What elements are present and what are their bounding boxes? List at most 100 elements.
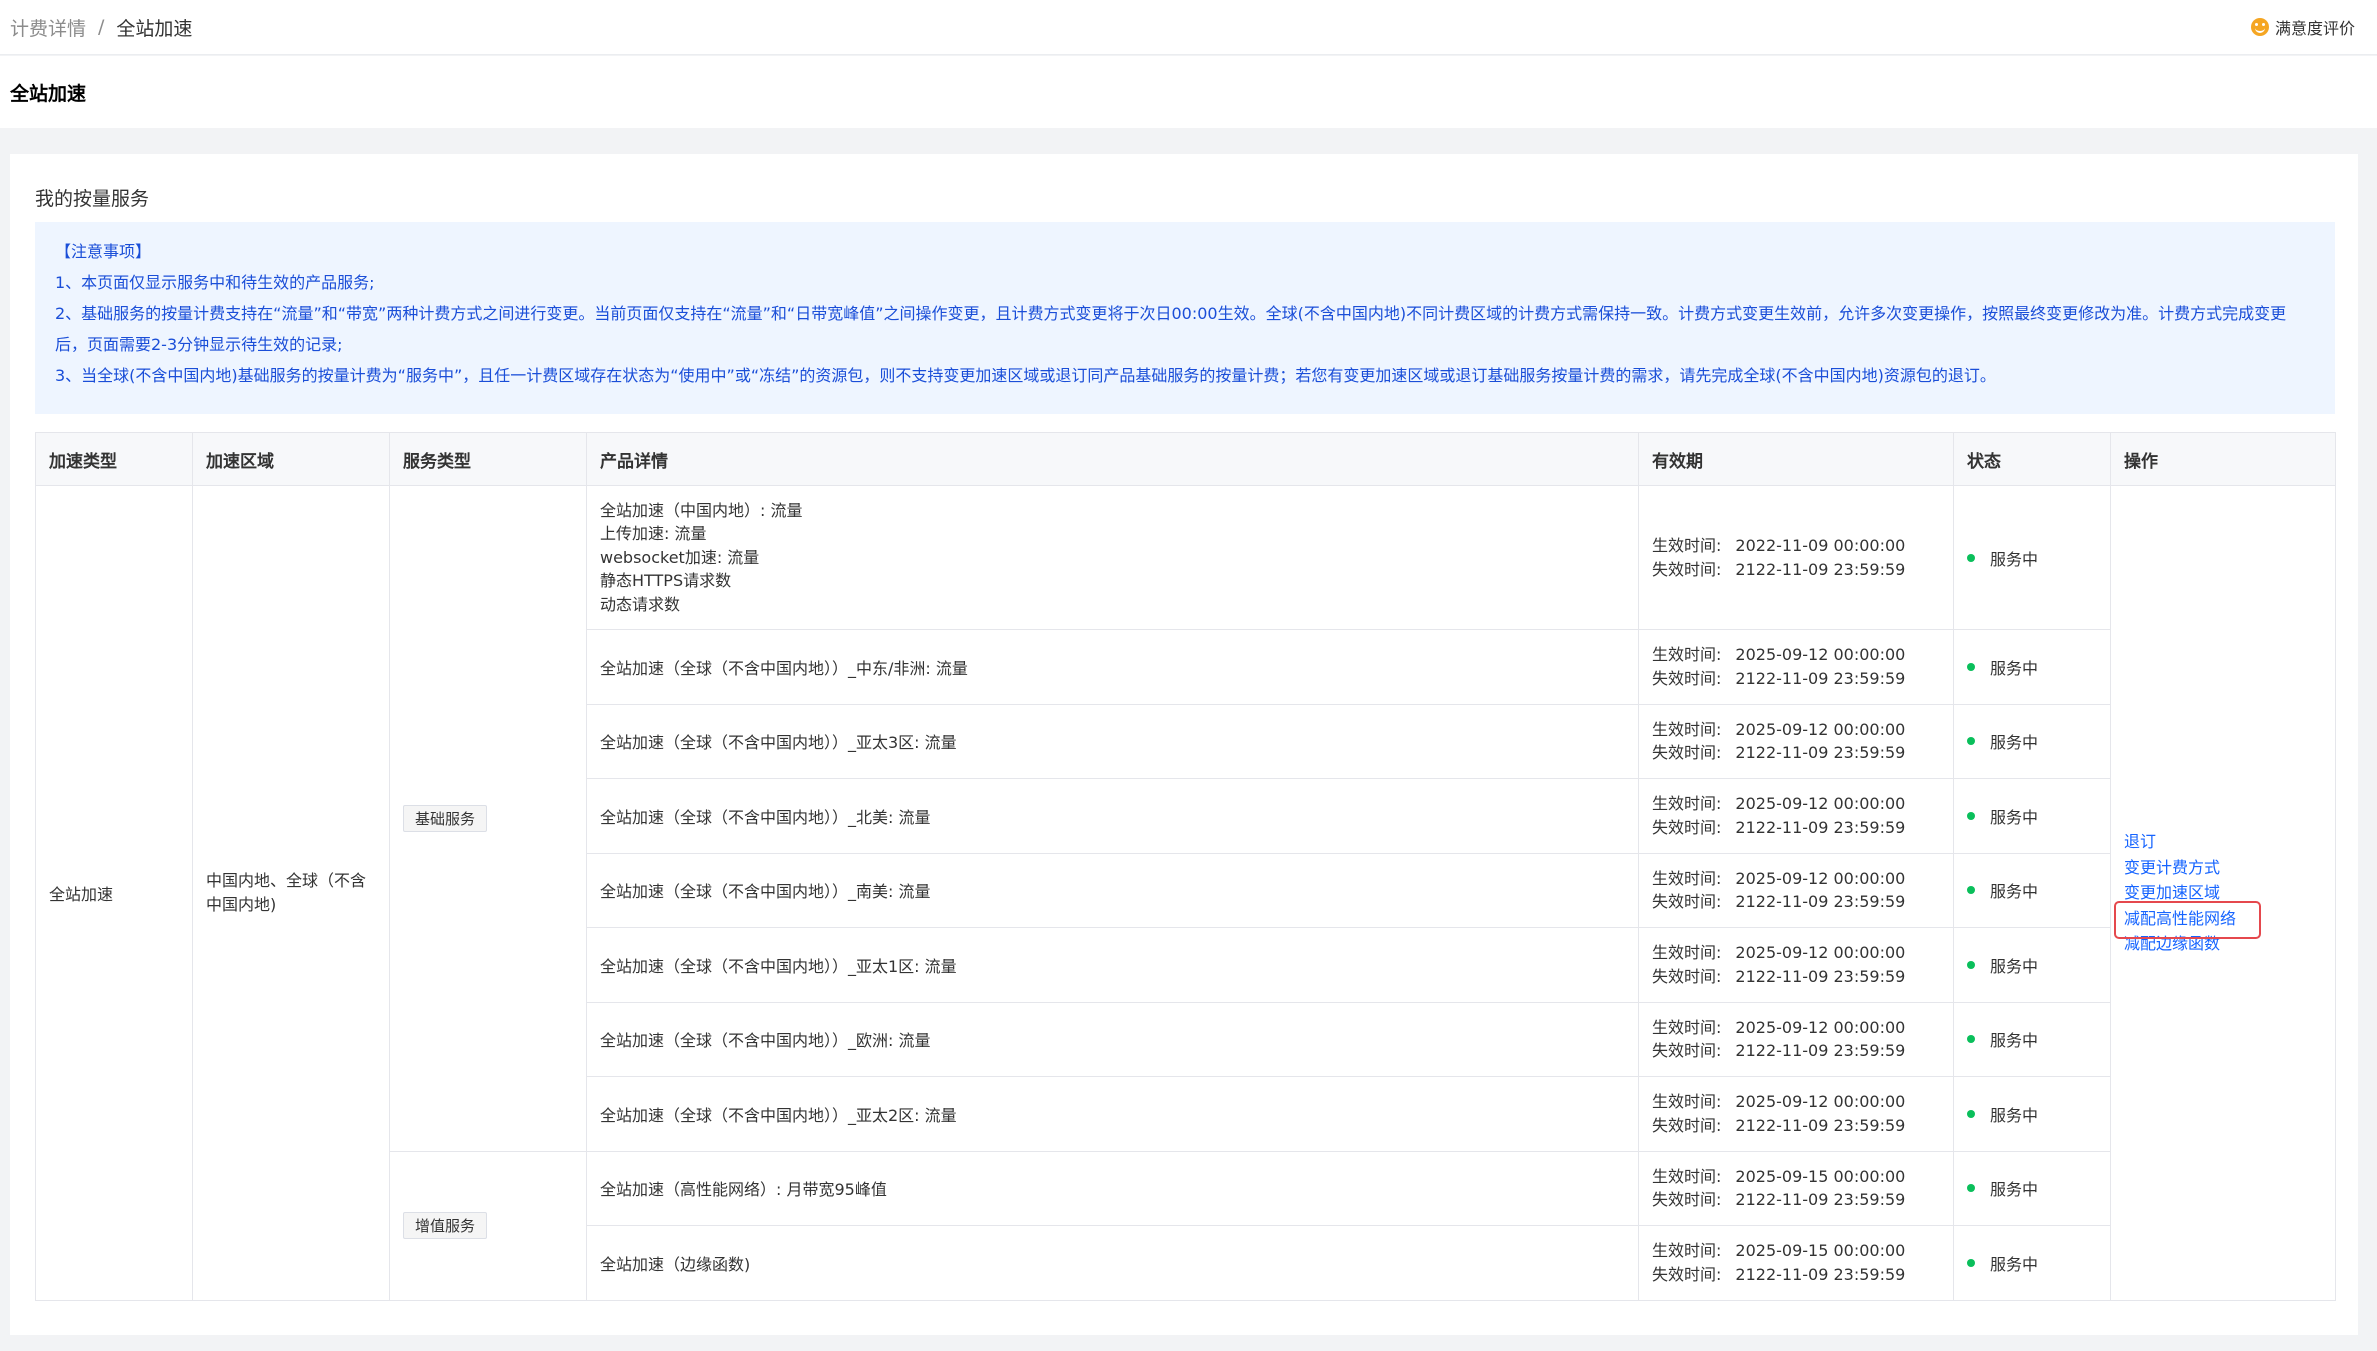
product-detail-cell: 全站加速（全球（不含中国内地））_欧洲: 流量 — [586, 1001, 1639, 1077]
start-time-value: 2025-09-12 00:00:00 — [1735, 1092, 1906, 1112]
column-header-status: 状态 — [1953, 432, 2111, 486]
status-cell: 服务中 — [1953, 1150, 2111, 1226]
end-time-value: 2122-11-09 23:59:59 — [1735, 817, 1906, 837]
table-header-row: 加速类型 加速区域 服务类型 产品详情 有效期 状态 操作 — [35, 432, 2336, 486]
start-time-value: 2022-11-09 00:00:00 — [1735, 536, 1906, 555]
service-type-tag-value-added: 增值服务 — [403, 1212, 488, 1239]
product-detail-line: 全站加速（中国内地）: 流量 — [600, 500, 803, 520]
breadcrumb-billing-details[interactable]: 计费详情 — [10, 14, 86, 41]
end-time-value: 2122-11-09 23:59:59 — [1735, 1264, 1906, 1284]
start-time-value: 2025-09-12 00:00:00 — [1735, 943, 1906, 963]
product-detail-line: 动态请求数 — [600, 594, 681, 614]
end-time-label: 失效时间: — [1652, 1190, 1722, 1210]
breadcrumb-separator: / — [98, 16, 105, 38]
status-text: 服务中 — [1990, 733, 2039, 753]
unsubscribe-link[interactable]: 退订 — [2124, 829, 2335, 855]
service-type-tag-basic: 基础服务 — [403, 804, 488, 832]
start-time-label: 生效时间: — [1652, 1017, 1722, 1037]
end-time-value: 2122-11-09 23:59:59 — [1735, 743, 1906, 763]
validity-cell: 生效时间: 2025-09-12 00:00:00 失效时间: 2122-11-09… — [1638, 778, 1954, 854]
validity-cell: 生效时间: 2025-09-12 00:00:00 失效时间: 2122-11-09… — [1638, 927, 1954, 1003]
validity-cell: 生效时间: 2025-09-15 00:00:00 失效时间: 2122-11-09… — [1638, 1225, 1954, 1301]
start-time-label: 生效时间: — [1652, 794, 1722, 814]
status-dot-icon — [1967, 662, 1975, 671]
end-time-label: 失效时间: — [1652, 892, 1722, 912]
actions-cell: 退订 变更计费方式 变更加速区域 减配高性能网络 减配边缘函数 — [2110, 485, 2336, 1301]
status-cell: 服务中 — [1953, 778, 2111, 854]
validity-cell: 生效时间: 2025-09-15 00:00:00 失效时间: 2122-11-09… — [1638, 1150, 1954, 1226]
start-time-label: 生效时间: — [1652, 1241, 1722, 1261]
status-dot-icon — [1967, 1184, 1975, 1193]
validity-cell: 生效时间: 2025-09-12 00:00:00 失效时间: 2122-11-09… — [1638, 629, 1954, 705]
change-billing-method-link[interactable]: 变更计费方式 — [2124, 855, 2335, 881]
status-cell: 服务中 — [1953, 1225, 2111, 1301]
start-time-value: 2025-09-12 00:00:00 — [1735, 1017, 1906, 1037]
end-time-value: 2122-11-09 23:59:59 — [1735, 668, 1906, 688]
service-table: 加速类型 加速区域 服务类型 产品详情 有效期 状态 操作 全站加速 中国内地、… — [35, 432, 2336, 1301]
status-dot-icon — [1967, 737, 1975, 746]
status-text: 服务中 — [1990, 882, 2039, 902]
product-detail-cell: 全站加速（全球（不含中国内地））_亚太2区: 流量 — [586, 1076, 1639, 1152]
product-detail-cell: 全站加速（全球（不含中国内地））_南美: 流量 — [586, 852, 1639, 928]
status-dot-icon — [1967, 1258, 1975, 1267]
start-time-label: 生效时间: — [1652, 1092, 1722, 1112]
end-time-label: 失效时间: — [1652, 966, 1722, 986]
service-type-cell: 基础服务 — [389, 485, 587, 1152]
accel-region-text: 中国内地、全球（不含中国内地) — [206, 870, 367, 914]
status-dot-icon — [1967, 1035, 1975, 1044]
end-time-label: 失效时间: — [1652, 743, 1722, 763]
product-detail-cell: 全站加速（全球（不含中国内地））_中东/非洲: 流量 — [586, 629, 1639, 705]
end-time-label: 失效时间: — [1652, 668, 1722, 688]
status-dot-icon — [1967, 553, 1975, 562]
status-cell: 服务中 — [1953, 629, 2111, 705]
column-header-product-details: 产品详情 — [586, 432, 1639, 486]
status-text: 服务中 — [1990, 956, 2039, 976]
status-text: 服务中 — [1990, 1105, 2039, 1125]
end-time-label: 失效时间: — [1652, 1264, 1722, 1284]
column-header-accel-region: 加速区域 — [192, 432, 390, 486]
start-time-label: 生效时间: — [1652, 645, 1722, 665]
start-time-label: 生效时间: — [1652, 1166, 1722, 1186]
end-time-value: 2122-11-09 23:59:59 — [1735, 559, 1906, 579]
feedback-button[interactable]: 满意度评价 — [2250, 15, 2367, 39]
downgrade-high-performance-network-link[interactable]: 减配高性能网络 — [2114, 900, 2335, 938]
column-header-validity: 有效期 — [1638, 432, 1954, 486]
status-text: 服务中 — [1990, 658, 2039, 678]
end-time-value: 2122-11-09 23:59:59 — [1735, 1041, 1906, 1061]
page-header: 全站加速 — [0, 56, 2377, 128]
product-detail-cell: 全站加速（中国内地）: 流量 上传加速: 流量 websocket加速: 流量 … — [586, 485, 1639, 630]
status-text: 服务中 — [1990, 549, 2039, 569]
status-dot-icon — [1967, 886, 1975, 895]
validity-cell: 生效时间: 2025-09-12 00:00:00 失效时间: 2122-11-09… — [1638, 1001, 1954, 1077]
status-cell: 服务中 — [1953, 703, 2111, 779]
end-time-label: 失效时间: — [1652, 559, 1722, 579]
column-header-service-type: 服务类型 — [389, 432, 587, 486]
status-dot-icon — [1967, 960, 1975, 969]
service-type-cell: 增值服务 — [389, 1150, 587, 1301]
end-time-label: 失效时间: — [1652, 817, 1722, 837]
page-title: 全站加速 — [10, 82, 87, 105]
smile-icon — [2250, 18, 2269, 36]
end-time-label: 失效时间: — [1652, 1115, 1722, 1135]
notice-item: 2、基础服务的按量计费支持在“流量”和“带宽”两种计费方式之间进行变更。当前页面… — [55, 304, 2287, 354]
status-cell: 服务中 — [1953, 927, 2111, 1003]
change-accel-region-link[interactable]: 变更加速区域 — [2124, 880, 2335, 906]
section-title: 我的按量服务 — [35, 188, 150, 210]
notice-item: 1、本页面仅显示服务中和待生效的产品服务; — [55, 273, 375, 292]
product-detail-line: websocket加速: 流量 — [600, 547, 760, 567]
accel-region-cell: 中国内地、全球（不含中国内地) — [192, 485, 390, 1301]
start-time-value: 2025-09-12 00:00:00 — [1735, 719, 1906, 739]
validity-cell: 生效时间: 2022-11-09 00:00:00 失效时间: 2122-11-09… — [1638, 485, 1954, 630]
validity-cell: 生效时间: 2025-09-12 00:00:00 失效时间: 2122-11-09… — [1638, 703, 1954, 779]
notice-heading: 【注意事项】 — [55, 242, 152, 261]
product-detail-cell: 全站加速（边缘函数) — [586, 1225, 1639, 1301]
downgrade-edge-function-link[interactable]: 减配边缘函数 — [2124, 931, 2335, 957]
product-detail-cell: 全站加速（全球（不含中国内地））_北美: 流量 — [586, 778, 1639, 854]
notice-box: 【注意事项】 1、本页面仅显示服务中和待生效的产品服务; 2、基础服务的按量计费… — [35, 222, 2335, 414]
start-time-value: 2025-09-15 00:00:00 — [1735, 1166, 1906, 1186]
column-header-actions: 操作 — [2110, 432, 2336, 486]
validity-cell: 生效时间: 2025-09-12 00:00:00 失效时间: 2122-11-09… — [1638, 852, 1954, 928]
status-cell: 服务中 — [1953, 1001, 2111, 1077]
accel-type-cell: 全站加速 — [35, 485, 193, 1301]
product-detail-line: 上传加速: 流量 — [600, 524, 707, 544]
